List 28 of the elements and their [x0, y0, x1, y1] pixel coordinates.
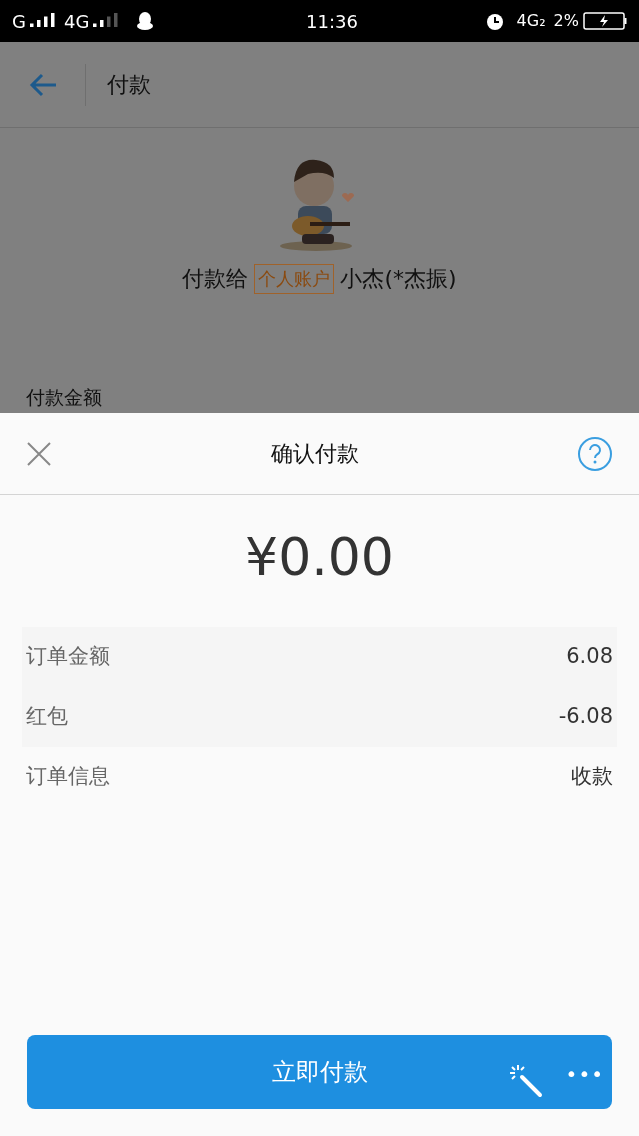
row-label: 订单金额: [26, 643, 110, 671]
sheet-title: 确认付款: [270, 440, 359, 468]
pay-button[interactable]: 立即付款 •••: [27, 1035, 612, 1109]
row-value: -6.08: [558, 703, 613, 731]
payee-name: 小杰(*杰振): [340, 265, 457, 293]
back-arrow-icon[interactable]: [28, 71, 58, 98]
amount-label: 付款金额: [26, 384, 102, 410]
clock-time: 11:36: [305, 9, 358, 34]
help-icon[interactable]: [577, 435, 613, 472]
signal-icon: [29, 13, 56, 29]
total-amount: ¥0.00: [245, 531, 394, 583]
carrier-label: 4G: [63, 9, 90, 34]
page-title: 付款: [107, 71, 151, 99]
row-label: 订单信息: [26, 763, 110, 791]
battery-percent: 2%: [553, 10, 579, 32]
row-value: 收款: [571, 763, 613, 791]
battery-charging-icon: [583, 12, 627, 30]
account-tag: 个人账户: [254, 263, 335, 294]
magic-wand-icon: [508, 1063, 544, 1099]
signal-icon: [93, 13, 120, 29]
alarm-icon: [484, 11, 505, 31]
carrier-label: G: [12, 9, 26, 34]
network-label: 4G₂: [516, 10, 546, 32]
close-icon[interactable]: [26, 440, 52, 467]
row-value: 6.08: [566, 643, 613, 671]
row-label: 红包: [26, 703, 68, 731]
payee-prefix: 付款给: [182, 265, 249, 293]
more-dots: •••: [565, 1061, 604, 1088]
